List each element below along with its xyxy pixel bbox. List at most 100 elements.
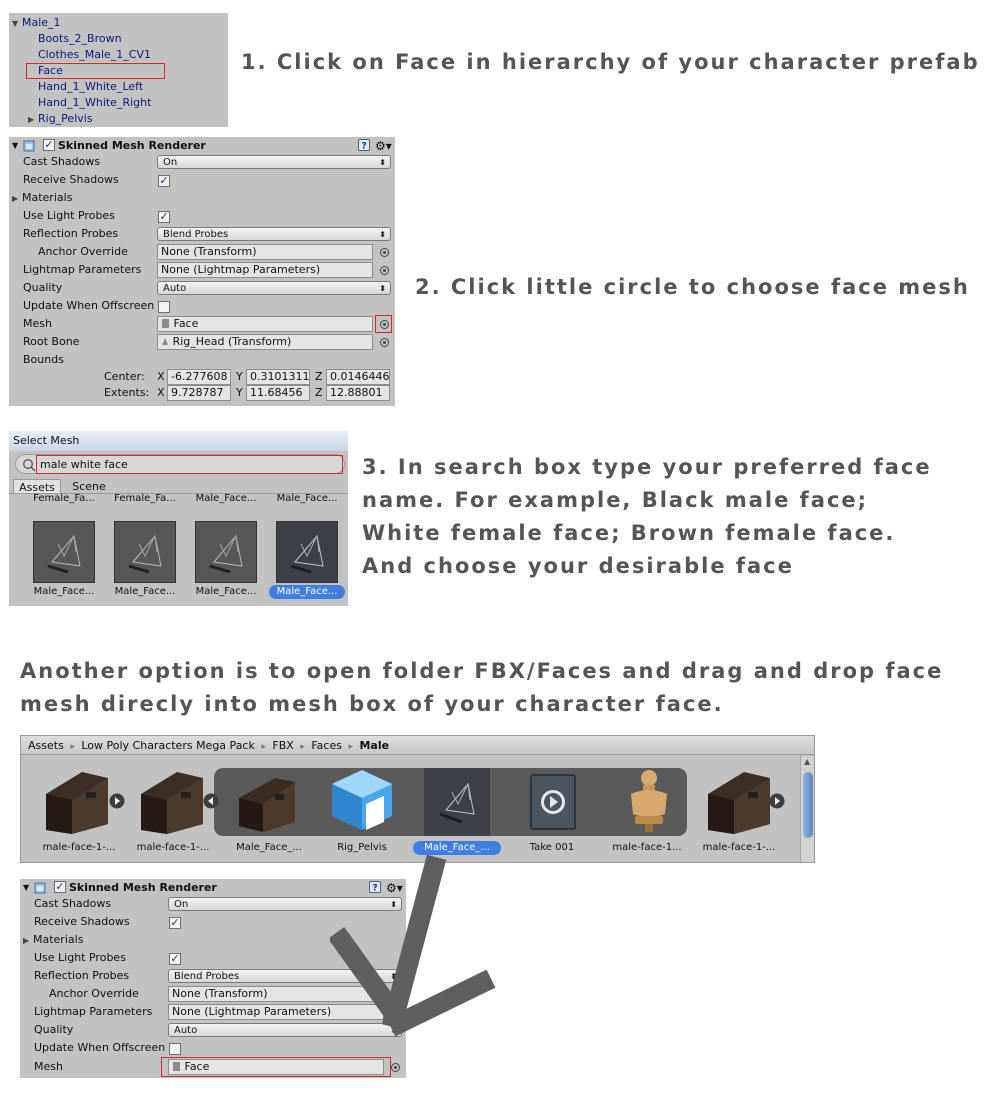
mesh-preview-icon (128, 534, 162, 574)
breadcrumb-separator-icon: ▸ (261, 742, 266, 752)
scrollbar-thumb[interactable] (803, 772, 813, 838)
hierarchy-root[interactable]: ▼ Male_1 (12, 15, 61, 31)
breadcrumb-separator-icon: ▸ (70, 742, 75, 752)
face-highlight-box (26, 63, 165, 79)
face-model-thumbnail[interactable] (704, 764, 776, 836)
dropdown-arrows-icon: ⬍ (379, 284, 386, 293)
asset-label-top: Male_Face... (276, 493, 338, 504)
object-picker-icon[interactable] (380, 338, 389, 347)
step-3-line-2: name. For example, Black male face; (362, 488, 869, 512)
inspector-panel-step-2: ▼ ✓ Skinned Mesh Renderer ? ⚙▾ Cast Shad… (9, 137, 395, 406)
vertical-scrollbar[interactable]: ▲ (800, 756, 814, 862)
asset-label: Take 001 (529, 842, 575, 853)
hierarchy-item-rig-pelvis[interactable]: ▶ Rig_Pelvis (28, 111, 93, 127)
component-enabled-checkbox[interactable]: ✓ (43, 139, 55, 151)
breadcrumb-item[interactable]: Faces (311, 739, 342, 752)
center-y-field[interactable]: 0.3101311 (246, 369, 310, 385)
update-when-offscreen-checkbox[interactable] (169, 1043, 181, 1055)
prefab-cube-icon[interactable] (326, 764, 398, 836)
animation-clip-icon[interactable] (530, 774, 576, 830)
hierarchy-item[interactable]: Hand_1_White_Left (38, 79, 143, 95)
breadcrumb-item[interactable]: Low Poly Characters Mega Pack (81, 739, 255, 752)
breadcrumb: Assets ▸ Low Poly Characters Mega Pack ▸… (21, 736, 814, 755)
materials-foldout[interactable]: ▶ Materials (12, 189, 72, 207)
update-when-offscreen-checkbox[interactable] (158, 301, 170, 313)
lightmap-parameters-field[interactable]: None (Lightmap Parameters) (157, 262, 373, 278)
mesh-item-label-selected[interactable]: Male_Face... (269, 585, 345, 599)
extents-z-field[interactable]: 12.88801 (326, 385, 390, 401)
select-mesh-window: Select Mesh male white face Assets Scene… (9, 431, 348, 606)
mesh-renderer-icon (23, 140, 35, 152)
breadcrumb-item[interactable]: Assets (28, 739, 64, 752)
face-mesh-thumbnail[interactable] (233, 764, 305, 836)
anchor-override-label: Anchor Override (49, 987, 139, 1000)
mesh-item-label[interactable]: Male_Face... (187, 585, 265, 599)
scroll-up-arrow-icon[interactable]: ▲ (804, 757, 810, 766)
extents-label: Extents: (104, 386, 150, 399)
search-icon[interactable] (22, 458, 36, 472)
object-picker-icon[interactable] (380, 266, 389, 275)
breadcrumb-item[interactable]: FBX (272, 739, 293, 752)
step-2-text: 2. Click little circle to choose face me… (415, 275, 970, 299)
collapse-triangle-icon[interactable]: ▶ (28, 112, 38, 128)
root-bone-field[interactable]: ♟ Rig_Head (Transform) (157, 334, 373, 350)
object-picker-icon[interactable] (391, 1063, 400, 1072)
mesh-item-label[interactable]: Male_Face... (25, 585, 103, 599)
collapse-arrow-icon[interactable] (203, 793, 219, 809)
component-enabled-checkbox[interactable]: ✓ (54, 881, 66, 893)
extents-x-field[interactable]: 9.728787 (167, 385, 231, 401)
mesh-item-label[interactable]: Male_Face... (106, 585, 184, 599)
quality-dropdown[interactable]: Auto ⬍ (157, 281, 391, 295)
asset-label-top: Male_Face... (195, 493, 257, 504)
use-light-probes-label: Use Light Probes (23, 209, 115, 222)
face-model-thumbnail[interactable] (42, 764, 114, 836)
mesh-field[interactable]: Face (157, 316, 373, 332)
anchor-override-field[interactable]: None (Transform) (157, 244, 373, 260)
collapse-triangle-icon[interactable]: ▶ (23, 932, 33, 950)
asset-label-top: Female_Fa... (114, 493, 176, 504)
hierarchy-item-label: Rig_Pelvis (38, 112, 93, 125)
collapse-arrow-icon[interactable]: ▼ (23, 879, 29, 897)
collapse-arrow-icon[interactable]: ▼ (12, 137, 18, 155)
select-mesh-title: Select Mesh (9, 431, 348, 451)
hierarchy-item[interactable]: Hand_1_White_Right (38, 95, 151, 111)
help-icon[interactable]: ? (358, 139, 370, 151)
search-input[interactable]: male white face (40, 457, 128, 472)
expand-arrow-icon[interactable] (109, 793, 125, 809)
breadcrumb-item-current[interactable]: Male (359, 739, 389, 752)
asset-label-top: Female_Fa... (33, 493, 95, 504)
gear-icon[interactable]: ⚙▾ (375, 137, 392, 155)
mesh-thumbnail[interactable] (114, 521, 176, 583)
root-bone-value: Rig_Head (Transform) (172, 335, 292, 348)
center-z-field[interactable]: 0.0146446 (326, 369, 390, 385)
center-x-field[interactable]: -6.277608 (167, 369, 231, 385)
mesh-value: Face (173, 317, 199, 330)
face-model-thumbnail[interactable] (137, 764, 209, 836)
extents-y-label: Y (236, 386, 243, 399)
asset-label: Male_Face_... (236, 842, 302, 853)
receive-shadows-checkbox[interactable]: ✓ (169, 917, 181, 929)
drag-arrow-icon (330, 855, 496, 1037)
avatar-mannequin-icon[interactable] (613, 764, 685, 836)
mesh-icon (162, 318, 169, 328)
reflection-probes-value: Blend Probes (174, 971, 240, 982)
receive-shadows-checkbox[interactable]: ✓ (158, 175, 170, 187)
mesh-thumbnail-selected[interactable] (276, 521, 338, 583)
reflection-probes-label: Reflection Probes (34, 969, 130, 982)
asset-label: Rig_Pelvis (337, 842, 387, 853)
mesh-preview-icon (47, 534, 81, 574)
expand-triangle-icon[interactable]: ▼ (12, 16, 22, 32)
extents-y-field[interactable]: 11.68456 (246, 385, 310, 401)
collapse-triangle-icon[interactable]: ▶ (12, 190, 22, 208)
mesh-thumbnail[interactable] (33, 521, 95, 583)
use-light-probes-checkbox[interactable]: ✓ (158, 211, 170, 223)
materials-foldout[interactable]: ▶ Materials (23, 931, 83, 949)
expand-arrow-icon[interactable] (769, 793, 785, 809)
mesh-thumbnail[interactable] (195, 521, 257, 583)
hierarchy-item[interactable]: Clothes_Male_1_CV1 (38, 47, 151, 63)
hierarchy-item[interactable]: Boots_2_Brown (38, 31, 122, 47)
reflection-probes-dropdown[interactable]: Blend Probes ⬍ (157, 227, 391, 241)
object-picker-icon[interactable] (380, 248, 389, 257)
use-light-probes-checkbox[interactable]: ✓ (169, 953, 181, 965)
cast-shadows-dropdown[interactable]: On ⬍ (157, 155, 391, 169)
